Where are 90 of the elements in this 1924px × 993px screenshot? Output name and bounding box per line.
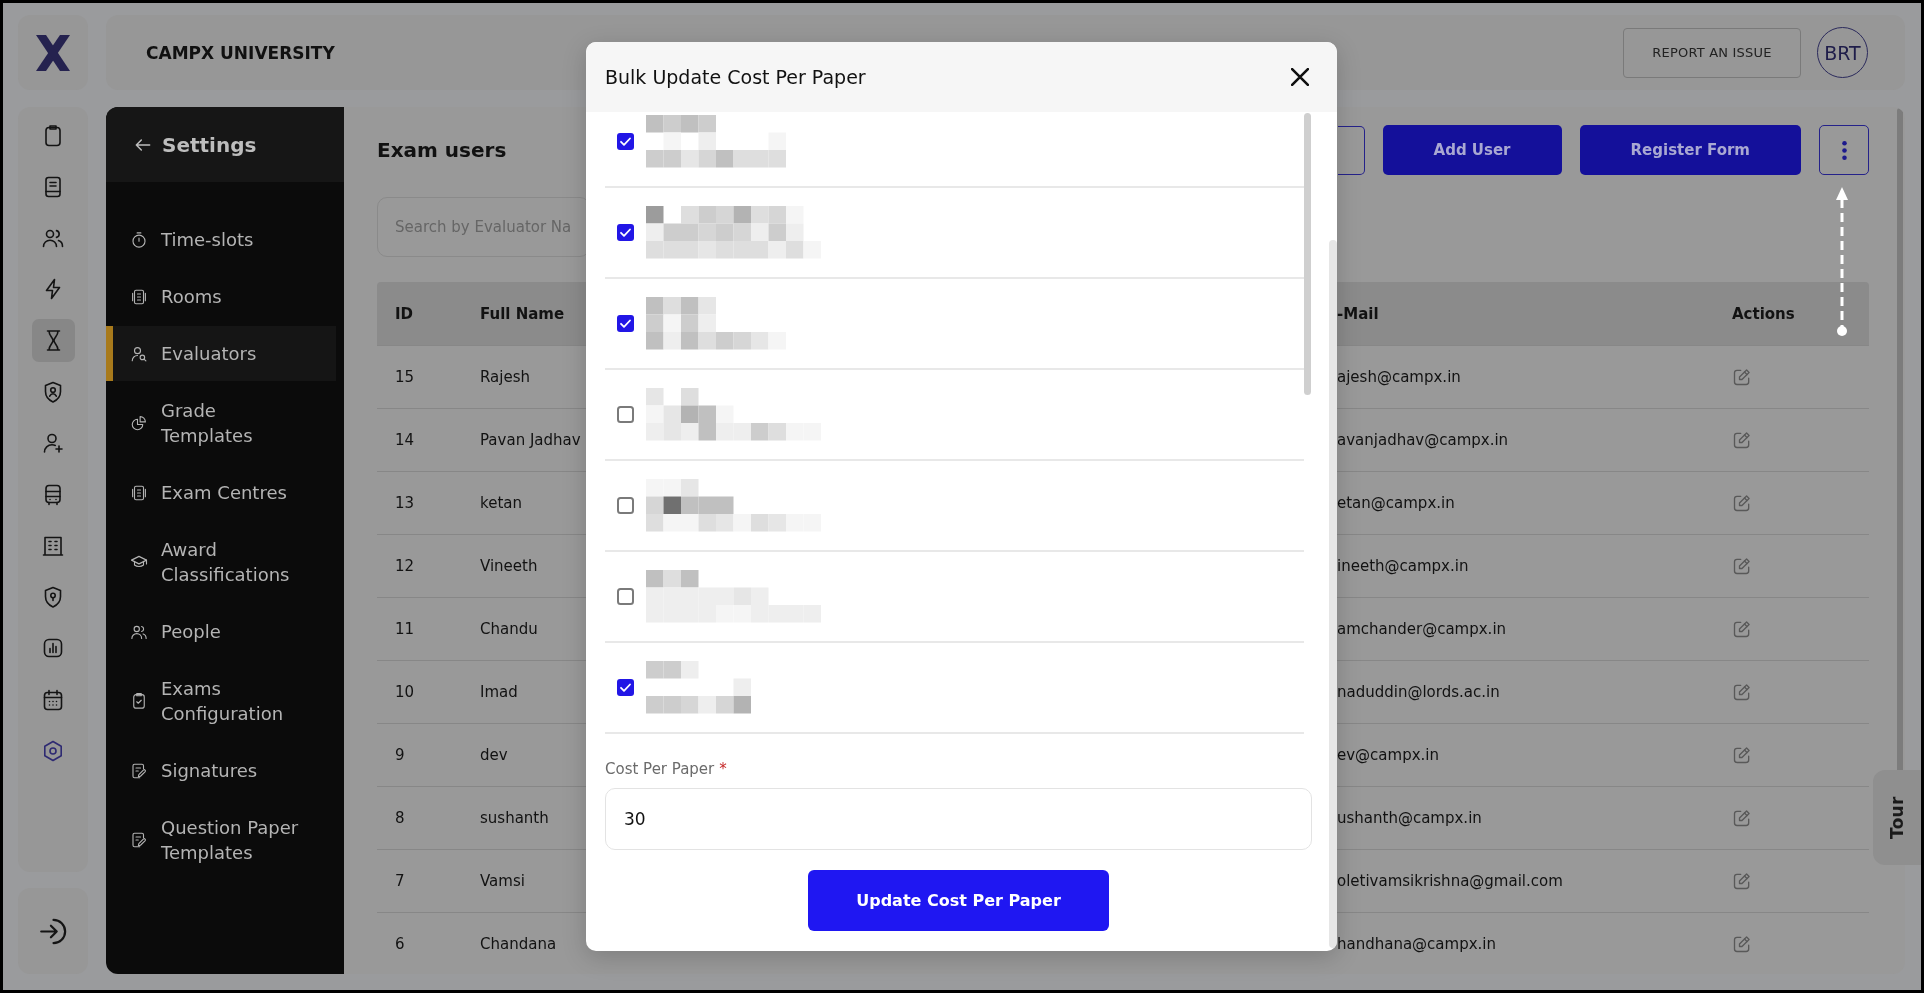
edit-icon[interactable]: [1732, 619, 1752, 639]
settings-title: Settings: [162, 132, 257, 157]
table-cell-text: Vamsi: [479, 872, 526, 890]
table-cell-text: handhana@campx.in: [1337, 935, 1498, 953]
logo-icon: [35, 33, 71, 72]
scrollbar-thumb[interactable]: [1304, 113, 1311, 395]
calendar-icon[interactable]: [41, 687, 65, 712]
edit-icon[interactable]: [1732, 934, 1752, 954]
university-name: CAMPX UNIVERSITY: [146, 42, 335, 63]
checkbox[interactable]: [617, 406, 634, 423]
checkbox[interactable]: [617, 497, 634, 514]
user-search-icon: [130, 344, 148, 363]
column-header: Actions: [1731, 304, 1796, 323]
settings-nav-item[interactable]: Grade Templates: [106, 383, 336, 463]
table-cell-text: ev@campx.in: [1337, 746, 1440, 764]
page-title: Exam users: [377, 138, 507, 162]
settings-nav-item[interactable]: Question Paper Templates: [106, 800, 336, 880]
table-cell-text: amchander@campx.in: [1337, 620, 1508, 638]
register-form-button[interactable]: Register Form: [1579, 125, 1801, 175]
table-cell-text: ineeth@campx.in: [1337, 557, 1470, 575]
edit-icon[interactable]: [1732, 493, 1752, 513]
table-cell-text: 6: [394, 935, 406, 953]
building-icon: [130, 483, 148, 502]
table-cell-text: 13: [394, 494, 416, 512]
table-cell-text: ushanth@campx.in: [1337, 809, 1483, 827]
table-cell-text: avanjadhav@campx.in: [1337, 431, 1510, 449]
more-icon: [1841, 140, 1847, 160]
user-add-icon[interactable]: [41, 431, 65, 456]
document-pen-icon: [130, 831, 148, 849]
table-cell-text: Chandu: [479, 620, 539, 638]
table-cell-text: ketan: [479, 494, 523, 512]
table-cell-text: naduddin@lords.ac.in: [1337, 683, 1501, 701]
building-icon: [130, 287, 148, 306]
table-cell-text: Imad: [479, 683, 519, 701]
close-icon[interactable]: [1291, 68, 1309, 86]
column-header: -Mail: [1337, 304, 1380, 323]
settings-nav-item[interactable]: Time-slots: [106, 212, 336, 267]
table-cell-text: 10: [394, 683, 416, 701]
column-header: Full Name: [479, 304, 566, 323]
settings-nav-item[interactable]: Exams Configuration: [106, 661, 336, 741]
table-cell-text: oletivamsikrishna@gmail.com: [1337, 872, 1564, 890]
table-cell-text: 9: [394, 746, 406, 764]
column-header: ID: [394, 304, 415, 323]
checkbox[interactable]: [617, 224, 634, 241]
table-cell-text: 8: [394, 809, 406, 827]
scrollbar-thumb[interactable]: [1329, 240, 1337, 948]
checkbox[interactable]: [617, 588, 634, 605]
checkbox[interactable]: [617, 133, 634, 150]
pie-chart-icon: [130, 414, 148, 432]
document-pen-icon: [130, 761, 148, 780]
settings-icon[interactable]: [41, 739, 65, 764]
hourglass-icon[interactable]: [31, 319, 75, 363]
edit-icon[interactable]: [1732, 871, 1752, 891]
report-issue-button[interactable]: REPORT AN ISSUE: [1623, 27, 1801, 78]
edit-icon[interactable]: [1732, 745, 1752, 765]
table-cell-text: 15: [394, 368, 416, 386]
table-cell-text: ajesh@campx.in: [1337, 368, 1462, 386]
modal-title: Bulk Update Cost Per Paper: [605, 66, 866, 88]
edit-icon[interactable]: [1732, 367, 1752, 387]
table-cell-text: sushanth: [479, 809, 550, 827]
settings-nav-item[interactable]: Rooms: [106, 269, 336, 324]
add-user-button[interactable]: Add User: [1382, 125, 1562, 175]
settings-nav-item[interactable]: Evaluators: [106, 326, 336, 381]
table-cell-text: 14: [394, 431, 416, 449]
update-cost-button[interactable]: Update Cost Per Paper: [808, 870, 1109, 931]
cost-input[interactable]: 30: [605, 788, 1312, 850]
table-cell-text: Rajesh: [479, 368, 531, 386]
checkbox[interactable]: [617, 679, 634, 696]
table-cell-text: etan@campx.in: [1337, 494, 1456, 512]
table-cell-text: 12: [394, 557, 416, 575]
table-cell-text: 11: [394, 620, 416, 638]
settings-nav-item[interactable]: Signatures: [106, 743, 336, 798]
settings-nav-item[interactable]: Award Classifications: [106, 522, 336, 602]
clipboard-check-icon: [130, 692, 148, 710]
table-cell-text: 7: [394, 872, 406, 890]
field-label: Cost Per Paper *: [605, 760, 727, 778]
table-cell-text: Chandana: [479, 935, 558, 953]
edit-icon[interactable]: [1732, 430, 1752, 450]
settings-nav-item[interactable]: People: [106, 604, 336, 659]
edit-icon[interactable]: [1732, 556, 1752, 576]
table-cell-text: Vineeth: [479, 557, 539, 575]
stopwatch-icon: [130, 230, 148, 249]
checkbox[interactable]: [617, 315, 634, 332]
tour-tab[interactable]: Tour: [1873, 770, 1921, 865]
edit-icon[interactable]: [1732, 682, 1752, 702]
table-cell-text: dev: [479, 746, 509, 764]
more-options-button[interactable]: [1819, 125, 1869, 175]
edit-icon[interactable]: [1732, 808, 1752, 828]
table-cell-text: Pavan Jadhav: [479, 431, 582, 449]
settings-nav-item[interactable]: Exam Centres: [106, 465, 336, 520]
